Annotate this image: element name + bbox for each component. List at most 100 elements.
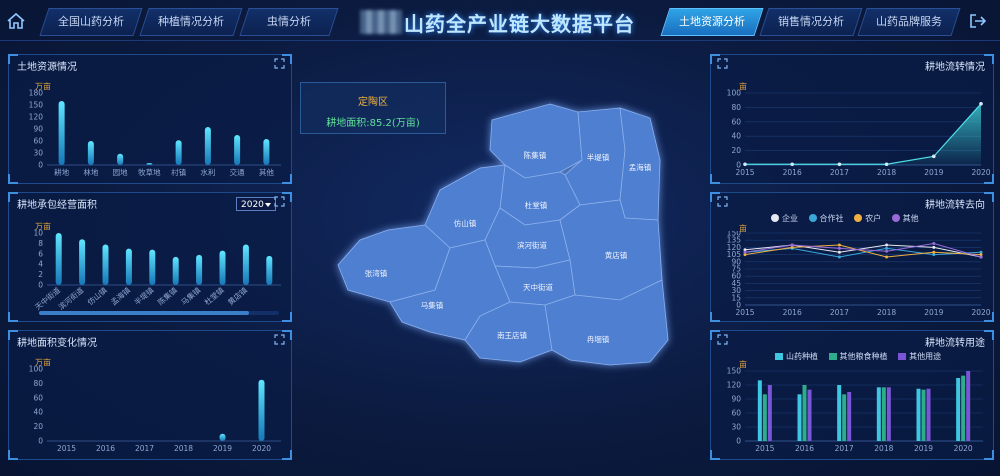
district-map[interactable]: 陈集镇 半堤镇孟海镇杜堂镇仿山镇滨河街道黄店镇张湾镇天中街道马集镇南王店镇 冉堌镇: [320, 90, 680, 380]
y-tick-label: 0: [38, 437, 43, 446]
x-tick-label: 马集镇: [179, 285, 203, 307]
x-tick-label: 2015: [735, 168, 754, 177]
x-tick-label: 陈集镇: [155, 285, 179, 307]
y-tick-label: 0: [736, 437, 741, 446]
data-point: [932, 245, 936, 249]
bar: [767, 385, 772, 441]
data-point: [790, 162, 794, 167]
data-point: [885, 243, 889, 247]
tab-label: 土地资源分析: [679, 15, 745, 28]
tab-sales-analysis[interactable]: 销售情况分析: [759, 8, 863, 36]
legend-label: 其他: [902, 214, 919, 223]
tab-pest-analysis[interactable]: 虫情分析: [239, 8, 339, 36]
x-tick-label: 水利: [200, 167, 215, 177]
x-tick-label: 园地: [113, 167, 128, 177]
land-bar-chart: 0 30 60 90 120 150 180 耕地 林地 园地 牧草地 村镇 水利 交通 其他: [29, 89, 281, 177]
y-tick-label: 20: [33, 422, 43, 431]
data-point: [932, 242, 936, 246]
expand-icon[interactable]: [274, 58, 285, 69]
data-point: [837, 243, 841, 247]
y-tick-label: 60: [731, 117, 741, 126]
y-tick-label: 40: [731, 132, 741, 141]
x-tick-label: 2018: [877, 168, 896, 177]
tab-label: 销售情况分析: [778, 15, 844, 28]
y-tick-label: 120: [727, 381, 742, 390]
y-tick-label: 180: [29, 89, 44, 98]
bar: [55, 233, 62, 285]
legend-label: 其他用途: [909, 352, 942, 361]
bar: [956, 378, 961, 441]
x-tick-label: 2018: [877, 308, 896, 317]
y-tick-label: 100: [29, 365, 44, 374]
expand-icon[interactable]: [274, 334, 285, 345]
y-tick-label: 90: [33, 125, 43, 134]
expand-icon[interactable]: [717, 58, 728, 69]
x-tick-label: 2019: [924, 168, 943, 177]
y-tick-label: 6: [38, 249, 43, 258]
panel-area-change: 耕地面积变化情况 万亩 0 20 40 60 80 100 2015 2016 2017 2018…: [8, 330, 292, 460]
x-tick-label: 2019: [213, 444, 232, 453]
y-tick-label: 2: [38, 270, 43, 279]
header-title-wrap: 山药全产业链大数据平台: [360, 6, 650, 38]
x-tick-label: 2017: [830, 168, 849, 177]
export-icon[interactable]: [968, 12, 988, 30]
bar: [802, 385, 807, 441]
year-select[interactable]: 2020: [236, 197, 276, 211]
town-label: 陈集镇: [524, 150, 547, 160]
bar: [961, 375, 966, 441]
town-label: 张湾镇: [365, 268, 388, 278]
bar: [916, 388, 921, 441]
x-tick-label: 滨河街道: [56, 285, 86, 311]
legend-swatch: [854, 214, 863, 222]
x-tick-label: 2018: [174, 444, 193, 453]
panel-direction: 耕地流转去向 企业 合作社 农户 其他 亩 0 15 30 45 60 75 90 105 12…: [710, 192, 994, 322]
data-point: [837, 246, 841, 250]
change-bar-chart: 0 20 40 60 80 100 2015 2016 2017 2018 2019 2020: [29, 365, 281, 453]
x-tick-label: 杜堂镇: [202, 285, 226, 307]
chevron-down-icon: [265, 203, 271, 207]
bar: [125, 248, 132, 285]
bar: [242, 244, 249, 285]
y-tick-label: 10: [33, 229, 43, 238]
bar: [172, 256, 179, 285]
tab-label: 全国山药分析: [58, 15, 124, 28]
scrollbar-thumb[interactable]: [39, 311, 249, 315]
town-label: 滨河街道: [517, 240, 547, 250]
tab-brand-service[interactable]: 山药品牌服务: [857, 8, 961, 36]
bar: [146, 163, 153, 165]
data-point: [837, 255, 841, 259]
bar: [797, 394, 802, 441]
y-tick-label: 30: [731, 423, 741, 432]
bar: [263, 139, 270, 165]
town-label: 马集镇: [421, 300, 444, 310]
bar: [886, 387, 891, 441]
x-tick-label: 2017: [830, 308, 849, 317]
bar: [966, 371, 971, 441]
scrollbar-track[interactable]: [39, 311, 279, 315]
tab-planting-analysis[interactable]: 种植情况分析: [139, 8, 243, 36]
area-fill: [745, 103, 981, 165]
x-tick-label: 交通: [230, 167, 245, 177]
bar: [58, 101, 65, 165]
header-divider: [0, 40, 1000, 41]
legend-label: 合作社: [819, 214, 844, 223]
y-tick-label: 60: [33, 393, 43, 402]
expand-icon[interactable]: [717, 334, 728, 345]
y-tick-label: 80: [33, 379, 43, 388]
y-tick-label: 8: [38, 239, 43, 248]
bar: [219, 250, 226, 285]
data-point: [885, 246, 889, 250]
bar: [847, 392, 852, 441]
x-tick-label: 2019: [924, 308, 943, 317]
home-icon[interactable]: [6, 12, 26, 30]
x-tick-label: 2016: [96, 444, 115, 453]
expand-icon[interactable]: [717, 196, 728, 207]
legend-label: 农户: [865, 214, 882, 223]
x-tick-label: 2020: [954, 444, 973, 453]
expand-icon[interactable]: [274, 196, 285, 207]
tab-label: 种植情况分析: [158, 15, 224, 28]
bar: [196, 254, 203, 285]
legend-swatch: [771, 214, 779, 222]
tab-national-analysis[interactable]: 全国山药分析: [39, 8, 143, 36]
tab-land-resource[interactable]: 土地资源分析: [660, 8, 764, 36]
